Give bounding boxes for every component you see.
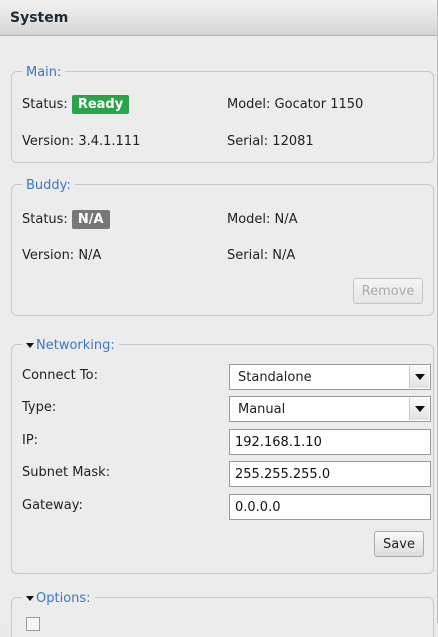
networking-group: Networking: Connect To: Standalone Type:… <box>11 336 434 574</box>
connect-to-select[interactable]: Standalone <box>229 364 431 390</box>
main-status-label: Status: <box>22 96 68 112</box>
main-legend: Main: <box>22 63 66 81</box>
networking-legend[interactable]: Networking: <box>22 336 119 354</box>
collapse-caret-icon[interactable] <box>26 342 34 348</box>
option-checkbox[interactable] <box>26 617 40 631</box>
buddy-legend-label: Buddy: <box>26 177 71 193</box>
buddy-version: Version: N/A <box>22 247 102 263</box>
options-group: Options: <box>11 589 434 637</box>
type-select[interactable]: Manual <box>229 396 431 422</box>
main-version: Version: 3.4.1.111 <box>22 133 141 149</box>
main-row-version: Version: 3.4.1.111 Serial: 12081 <box>22 129 423 153</box>
ip-label: IP: <box>22 432 39 448</box>
type-value: Manual <box>238 401 286 417</box>
gateway-label: Gateway: <box>22 497 83 513</box>
collapse-caret-icon[interactable] <box>26 595 34 601</box>
dropdown-arrow-icon[interactable] <box>409 398 429 420</box>
main-model: Model: Gocator 1150 <box>227 96 364 112</box>
subnet-mask-label: Subnet Mask: <box>22 464 111 480</box>
save-button[interactable]: Save <box>374 531 424 557</box>
dropdown-arrow-icon[interactable] <box>409 366 429 388</box>
ip-input[interactable]: 192.168.1.10 <box>229 429 431 455</box>
main-legend-label: Main: <box>26 64 62 80</box>
buddy-status-badge: N/A <box>71 209 110 229</box>
main-serial: Serial: 12081 <box>227 133 314 149</box>
panel-title: System <box>10 9 69 26</box>
panel-header: System <box>0 0 437 36</box>
connect-to-value: Standalone <box>238 369 312 385</box>
subnet-mask-input[interactable]: 255.255.255.0 <box>229 461 431 487</box>
remove-button[interactable]: Remove <box>353 278 423 304</box>
networking-legend-label: Networking: <box>36 337 115 353</box>
system-panel: System Main: Status: Ready Model: Gocato… <box>0 0 438 637</box>
main-group: Main: Status: Ready Model: Gocator 1150 … <box>11 63 434 163</box>
main-row-status: Status: Ready Model: Gocator 1150 <box>22 92 423 116</box>
buddy-status-label: Status: <box>22 211 68 227</box>
type-label: Type: <box>22 399 57 415</box>
options-legend[interactable]: Options: <box>22 589 95 607</box>
connect-to-label: Connect To: <box>22 367 98 383</box>
main-status-badge: Ready <box>71 94 130 114</box>
gateway-input[interactable]: 0.0.0.0 <box>229 494 431 520</box>
buddy-row-version: Version: N/A Serial: N/A <box>22 243 423 267</box>
buddy-serial: Serial: N/A <box>227 247 296 263</box>
buddy-row-status: Status: N/A Model: N/A <box>22 207 423 231</box>
buddy-legend: Buddy: <box>22 176 75 194</box>
options-legend-label: Options: <box>36 590 91 606</box>
buddy-model: Model: N/A <box>227 211 298 227</box>
buddy-group: Buddy: Status: N/A Model: N/A Version: N… <box>11 176 434 316</box>
